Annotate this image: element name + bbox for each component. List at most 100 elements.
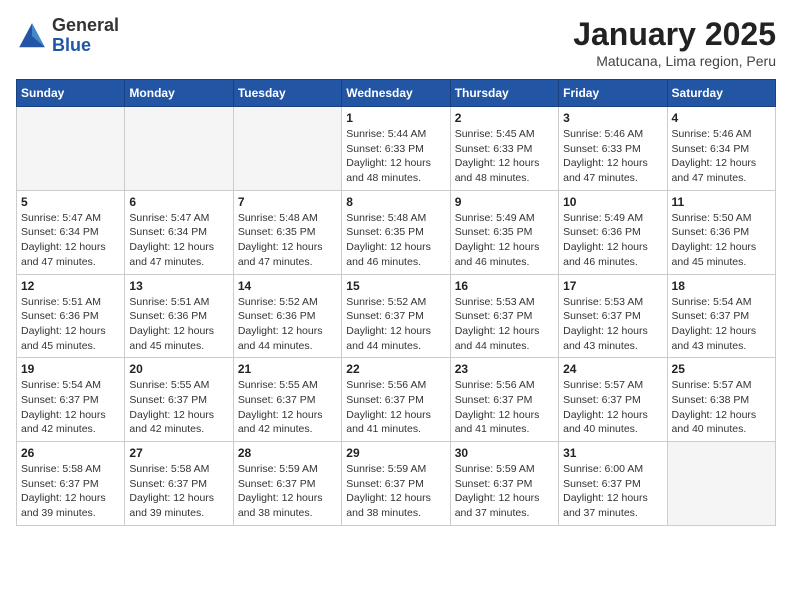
day-detail: Sunrise: 5:53 AMSunset: 6:37 PMDaylight:… [563, 295, 662, 354]
day-detail: Sunrise: 5:51 AMSunset: 6:36 PMDaylight:… [21, 295, 120, 354]
day-number: 21 [238, 362, 337, 376]
calendar-day-cell: 22Sunrise: 5:56 AMSunset: 6:37 PMDayligh… [342, 358, 450, 442]
day-detail: Sunrise: 5:46 AMSunset: 6:33 PMDaylight:… [563, 127, 662, 186]
calendar-day-cell: 12Sunrise: 5:51 AMSunset: 6:36 PMDayligh… [17, 274, 125, 358]
day-number: 7 [238, 195, 337, 209]
weekday-header: Monday [125, 80, 233, 107]
weekday-header: Thursday [450, 80, 558, 107]
calendar-week-row: 19 Sunrise: 5:54 AMSunset: 6:37 PMDayligh… [17, 358, 776, 442]
calendar-day-cell [667, 442, 775, 526]
calendar-day-cell: 17 Sunrise: 5:53 AMSunset: 6:37 PMDayligh… [559, 274, 667, 358]
day-detail: Sunrise: 5:51 AMSunset: 6:36 PMDaylight:… [129, 295, 228, 354]
day-number: 17 [563, 279, 662, 293]
day-detail: Sunrise: 5:48 AMSunset: 6:35 PMDaylight:… [346, 211, 445, 270]
day-detail: Sunrise: 5:59 AMSunset: 6:37 PMDaylight:… [238, 462, 337, 521]
day-detail: Sunrise: 5:54 AMSunset: 6:37 PMDaylight:… [672, 295, 771, 354]
calendar-week-row: 5Sunrise: 5:47 AMSunset: 6:34 PMDaylight… [17, 190, 776, 274]
day-number: 13 [129, 279, 228, 293]
day-number: 18 [672, 279, 771, 293]
calendar-day-cell: 14Sunrise: 5:52 AMSunset: 6:36 PMDayligh… [233, 274, 341, 358]
calendar-day-cell: 25 Sunrise: 5:57 AMSunset: 6:38 PMDayligh… [667, 358, 775, 442]
calendar-day-cell: 23 Sunrise: 5:56 AMSunset: 6:37 PMDayligh… [450, 358, 558, 442]
day-detail: Sunrise: 5:58 AMSunset: 6:37 PMDaylight:… [21, 462, 120, 521]
title-block: January 2025 Matucana, Lima region, Peru [573, 16, 776, 69]
calendar-day-cell: 24 Sunrise: 5:57 AMSunset: 6:37 PMDayligh… [559, 358, 667, 442]
logo-blue: Blue [52, 35, 91, 55]
day-detail: Sunrise: 5:56 AMSunset: 6:37 PMDaylight:… [455, 378, 554, 437]
day-detail: Sunrise: 5:49 AMSunset: 6:35 PMDaylight:… [455, 211, 554, 270]
calendar-day-cell: 1Sunrise: 5:44 AMSunset: 6:33 PMDaylight… [342, 107, 450, 191]
day-detail: Sunrise: 6:00 AMSunset: 6:37 PMDaylight:… [563, 462, 662, 521]
calendar-day-cell: 6 Sunrise: 5:47 AMSunset: 6:34 PMDaylight… [125, 190, 233, 274]
calendar-day-cell: 29 Sunrise: 5:59 AMSunset: 6:37 PMDayligh… [342, 442, 450, 526]
day-detail: Sunrise: 5:58 AMSunset: 6:37 PMDaylight:… [129, 462, 228, 521]
calendar-day-cell: 5Sunrise: 5:47 AMSunset: 6:34 PMDaylight… [17, 190, 125, 274]
weekday-header: Wednesday [342, 80, 450, 107]
day-detail: Sunrise: 5:55 AMSunset: 6:37 PMDaylight:… [129, 378, 228, 437]
day-number: 1 [346, 111, 445, 125]
day-detail: Sunrise: 5:57 AMSunset: 6:38 PMDaylight:… [672, 378, 771, 437]
calendar-day-cell: 7 Sunrise: 5:48 AMSunset: 6:35 PMDaylight… [233, 190, 341, 274]
calendar-day-cell: 18 Sunrise: 5:54 AMSunset: 6:37 PMDayligh… [667, 274, 775, 358]
calendar-day-cell: 3 Sunrise: 5:46 AMSunset: 6:33 PMDaylight… [559, 107, 667, 191]
day-detail: Sunrise: 5:47 AMSunset: 6:34 PMDaylight:… [129, 211, 228, 270]
day-number: 16 [455, 279, 554, 293]
day-number: 8 [346, 195, 445, 209]
logo-general: General [52, 15, 119, 35]
day-detail: Sunrise: 5:59 AMSunset: 6:37 PMDaylight:… [346, 462, 445, 521]
day-number: 24 [563, 362, 662, 376]
day-detail: Sunrise: 5:53 AMSunset: 6:37 PMDaylight:… [455, 295, 554, 354]
day-detail: Sunrise: 5:59 AMSunset: 6:37 PMDaylight:… [455, 462, 554, 521]
day-detail: Sunrise: 5:47 AMSunset: 6:34 PMDaylight:… [21, 211, 120, 270]
day-detail: Sunrise: 5:48 AMSunset: 6:35 PMDaylight:… [238, 211, 337, 270]
location: Matucana, Lima region, Peru [573, 53, 776, 69]
calendar-day-cell: 16 Sunrise: 5:53 AMSunset: 6:37 PMDayligh… [450, 274, 558, 358]
day-number: 25 [672, 362, 771, 376]
page-header: General Blue January 2025 Matucana, Lima… [16, 16, 776, 69]
day-number: 28 [238, 446, 337, 460]
logo-text: General Blue [52, 16, 119, 56]
day-number: 20 [129, 362, 228, 376]
calendar-table: SundayMondayTuesdayWednesdayThursdayFrid… [16, 79, 776, 526]
day-detail: Sunrise: 5:45 AMSunset: 6:33 PMDaylight:… [455, 127, 554, 186]
day-number: 27 [129, 446, 228, 460]
calendar-day-cell: 11Sunrise: 5:50 AMSunset: 6:36 PMDayligh… [667, 190, 775, 274]
calendar-day-cell: 4Sunrise: 5:46 AMSunset: 6:34 PMDaylight… [667, 107, 775, 191]
calendar-week-row: 12Sunrise: 5:51 AMSunset: 6:36 PMDayligh… [17, 274, 776, 358]
calendar-week-row: 1Sunrise: 5:44 AMSunset: 6:33 PMDaylight… [17, 107, 776, 191]
day-number: 10 [563, 195, 662, 209]
calendar-day-cell: 15 Sunrise: 5:52 AMSunset: 6:37 PMDayligh… [342, 274, 450, 358]
day-number: 3 [563, 111, 662, 125]
day-number: 4 [672, 111, 771, 125]
day-number: 6 [129, 195, 228, 209]
weekday-header: Friday [559, 80, 667, 107]
day-detail: Sunrise: 5:54 AMSunset: 6:37 PMDaylight:… [21, 378, 120, 437]
day-detail: Sunrise: 5:55 AMSunset: 6:37 PMDaylight:… [238, 378, 337, 437]
day-number: 23 [455, 362, 554, 376]
day-number: 26 [21, 446, 120, 460]
calendar-day-cell: 27 Sunrise: 5:58 AMSunset: 6:37 PMDayligh… [125, 442, 233, 526]
calendar-day-cell: 8 Sunrise: 5:48 AMSunset: 6:35 PMDaylight… [342, 190, 450, 274]
day-detail: Sunrise: 5:57 AMSunset: 6:37 PMDaylight:… [563, 378, 662, 437]
calendar-day-cell: 28 Sunrise: 5:59 AMSunset: 6:37 PMDayligh… [233, 442, 341, 526]
calendar-day-cell: 21 Sunrise: 5:55 AMSunset: 6:37 PMDayligh… [233, 358, 341, 442]
weekday-header: Saturday [667, 80, 775, 107]
calendar-day-cell: 2Sunrise: 5:45 AMSunset: 6:33 PMDaylight… [450, 107, 558, 191]
calendar-day-cell [233, 107, 341, 191]
day-detail: Sunrise: 5:52 AMSunset: 6:37 PMDaylight:… [346, 295, 445, 354]
calendar-day-cell [125, 107, 233, 191]
calendar-day-cell: 26 Sunrise: 5:58 AMSunset: 6:37 PMDayligh… [17, 442, 125, 526]
day-detail: Sunrise: 5:52 AMSunset: 6:36 PMDaylight:… [238, 295, 337, 354]
day-number: 30 [455, 446, 554, 460]
day-detail: Sunrise: 5:56 AMSunset: 6:37 PMDaylight:… [346, 378, 445, 437]
calendar-day-cell [17, 107, 125, 191]
day-number: 31 [563, 446, 662, 460]
day-number: 19 [21, 362, 120, 376]
logo-icon [16, 20, 48, 52]
calendar-header-row: SundayMondayTuesdayWednesdayThursdayFrid… [17, 80, 776, 107]
day-number: 15 [346, 279, 445, 293]
day-number: 29 [346, 446, 445, 460]
calendar-week-row: 26 Sunrise: 5:58 AMSunset: 6:37 PMDayligh… [17, 442, 776, 526]
weekday-header: Sunday [17, 80, 125, 107]
day-detail: Sunrise: 5:49 AMSunset: 6:36 PMDaylight:… [563, 211, 662, 270]
